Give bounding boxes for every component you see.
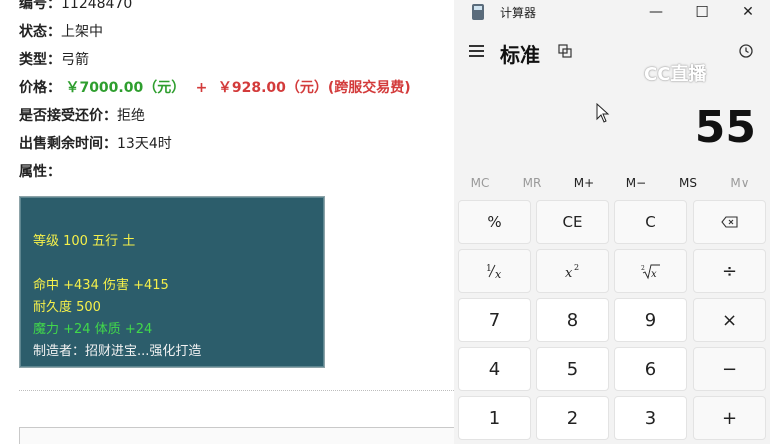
- price-label: 价格：: [19, 80, 61, 96]
- reciprocal-icon: 1x: [484, 262, 506, 280]
- square-root-button[interactable]: 2x: [614, 249, 687, 293]
- id-label: 编号：: [19, 0, 61, 12]
- svg-text:x: x: [651, 269, 657, 280]
- type-label: 类型：: [19, 52, 61, 68]
- result-display: 55: [694, 102, 756, 153]
- app-title: 计算器: [500, 6, 537, 20]
- digit-8-button[interactable]: 8: [536, 298, 609, 342]
- digit-3-button[interactable]: 3: [614, 396, 687, 440]
- history-icon[interactable]: [738, 43, 754, 59]
- item-durability-line: 耐久度 500: [33, 300, 101, 315]
- multiply-button[interactable]: ×: [693, 298, 766, 342]
- item-hit-line: 命中 +434 伤害 +415: [33, 278, 169, 293]
- mode-bar: 标准 CC直播: [454, 30, 770, 85]
- keep-on-top-icon[interactable]: [558, 43, 572, 58]
- price-main: ￥7000.00（元）: [65, 80, 186, 96]
- square-button[interactable]: x2: [536, 249, 609, 293]
- svg-text:x: x: [495, 268, 502, 280]
- minimize-button[interactable]: —: [633, 0, 679, 26]
- mouse-cursor-icon: [596, 102, 610, 127]
- type-value: 弓箭: [61, 52, 89, 68]
- backspace-button[interactable]: [693, 200, 766, 244]
- id-value: 11248470: [61, 0, 133, 12]
- bottom-box: [19, 427, 454, 444]
- digit-4-button[interactable]: 4: [458, 347, 531, 391]
- calculator-window: 计算器 — ☐ ✕ 标准 CC直播 55 MC MR M+ M− MS M∨ %…: [454, 0, 770, 444]
- status-row: 状态：上架中: [19, 21, 103, 41]
- item-maker-line: 制造者：招财进宝...强化打造: [33, 344, 202, 359]
- close-button[interactable]: ✕: [725, 0, 770, 26]
- clear-entry-button[interactable]: CE: [536, 200, 609, 244]
- digit-1-button[interactable]: 1: [458, 396, 531, 440]
- backspace-icon: [720, 216, 739, 228]
- svg-text:2: 2: [574, 263, 579, 272]
- price-fee: ￥928.00（元）(跨服交易费): [217, 80, 411, 96]
- id-row: 编号：11248470: [19, 0, 132, 13]
- attr-row: 属性：: [19, 161, 61, 181]
- cc-live-watermark: CC直播: [644, 64, 707, 85]
- digit-9-button[interactable]: 9: [614, 298, 687, 342]
- price-plus: +: [195, 80, 208, 96]
- calculator-app-icon: [472, 4, 484, 20]
- plus-button[interactable]: +: [693, 396, 766, 440]
- menu-icon[interactable]: [466, 40, 488, 62]
- divide-button[interactable]: ÷: [693, 249, 766, 293]
- item-magic-line: 魔力 +24 体质 +24: [33, 322, 153, 337]
- svg-text:2: 2: [641, 265, 645, 272]
- attr-label: 属性：: [19, 164, 61, 180]
- item-level-line: 等级 100 五行 土: [33, 234, 136, 249]
- clear-button[interactable]: C: [614, 200, 687, 244]
- price-row: 价格： ￥7000.00（元） + ￥928.00（元）(跨服交易费): [19, 77, 411, 97]
- memory-row: MC MR M+ M− MS M∨: [454, 172, 770, 194]
- svg-text:x: x: [565, 266, 573, 280]
- status-value: 上架中: [61, 24, 103, 40]
- time-value: 13天4时: [117, 136, 172, 152]
- square-root-icon: 2x: [640, 262, 662, 280]
- digit-5-button[interactable]: 5: [536, 347, 609, 391]
- item-attribute-panel: 等级 100 五行 土 命中 +434 伤害 +415 耐久度 500 魔力 +…: [19, 196, 325, 368]
- maximize-button[interactable]: ☐: [679, 0, 725, 26]
- digit-7-button[interactable]: 7: [458, 298, 531, 342]
- memory-list-button[interactable]: M∨: [714, 176, 766, 190]
- memory-recall-button[interactable]: MR: [506, 176, 558, 190]
- type-row: 类型：弓箭: [19, 49, 89, 69]
- time-label: 出售剩余时间：: [19, 136, 117, 152]
- memory-store-button[interactable]: MS: [662, 176, 714, 190]
- memory-add-button[interactable]: M+: [558, 176, 610, 190]
- digit-2-button[interactable]: 2: [536, 396, 609, 440]
- status-label: 状态：: [19, 24, 61, 40]
- minus-button[interactable]: −: [693, 347, 766, 391]
- percent-button[interactable]: %: [458, 200, 531, 244]
- bargain-value: 拒绝: [117, 108, 145, 124]
- listing-page: 编号：11248470 状态：上架中 类型：弓箭 价格： ￥7000.00（元）…: [0, 0, 455, 444]
- memory-clear-button[interactable]: MC: [454, 176, 506, 190]
- time-row: 出售剩余时间：13天4时: [19, 133, 172, 153]
- mode-title: 标准: [500, 43, 540, 67]
- divider: [19, 390, 454, 391]
- reciprocal-button[interactable]: 1x: [458, 249, 531, 293]
- memory-subtract-button[interactable]: M−: [610, 176, 662, 190]
- square-icon: x2: [563, 262, 583, 280]
- digit-6-button[interactable]: 6: [614, 347, 687, 391]
- bargain-label: 是否接受还价：: [19, 108, 117, 124]
- bargain-row: 是否接受还价：拒绝: [19, 105, 145, 125]
- title-bar[interactable]: 计算器 — ☐ ✕: [454, 0, 770, 26]
